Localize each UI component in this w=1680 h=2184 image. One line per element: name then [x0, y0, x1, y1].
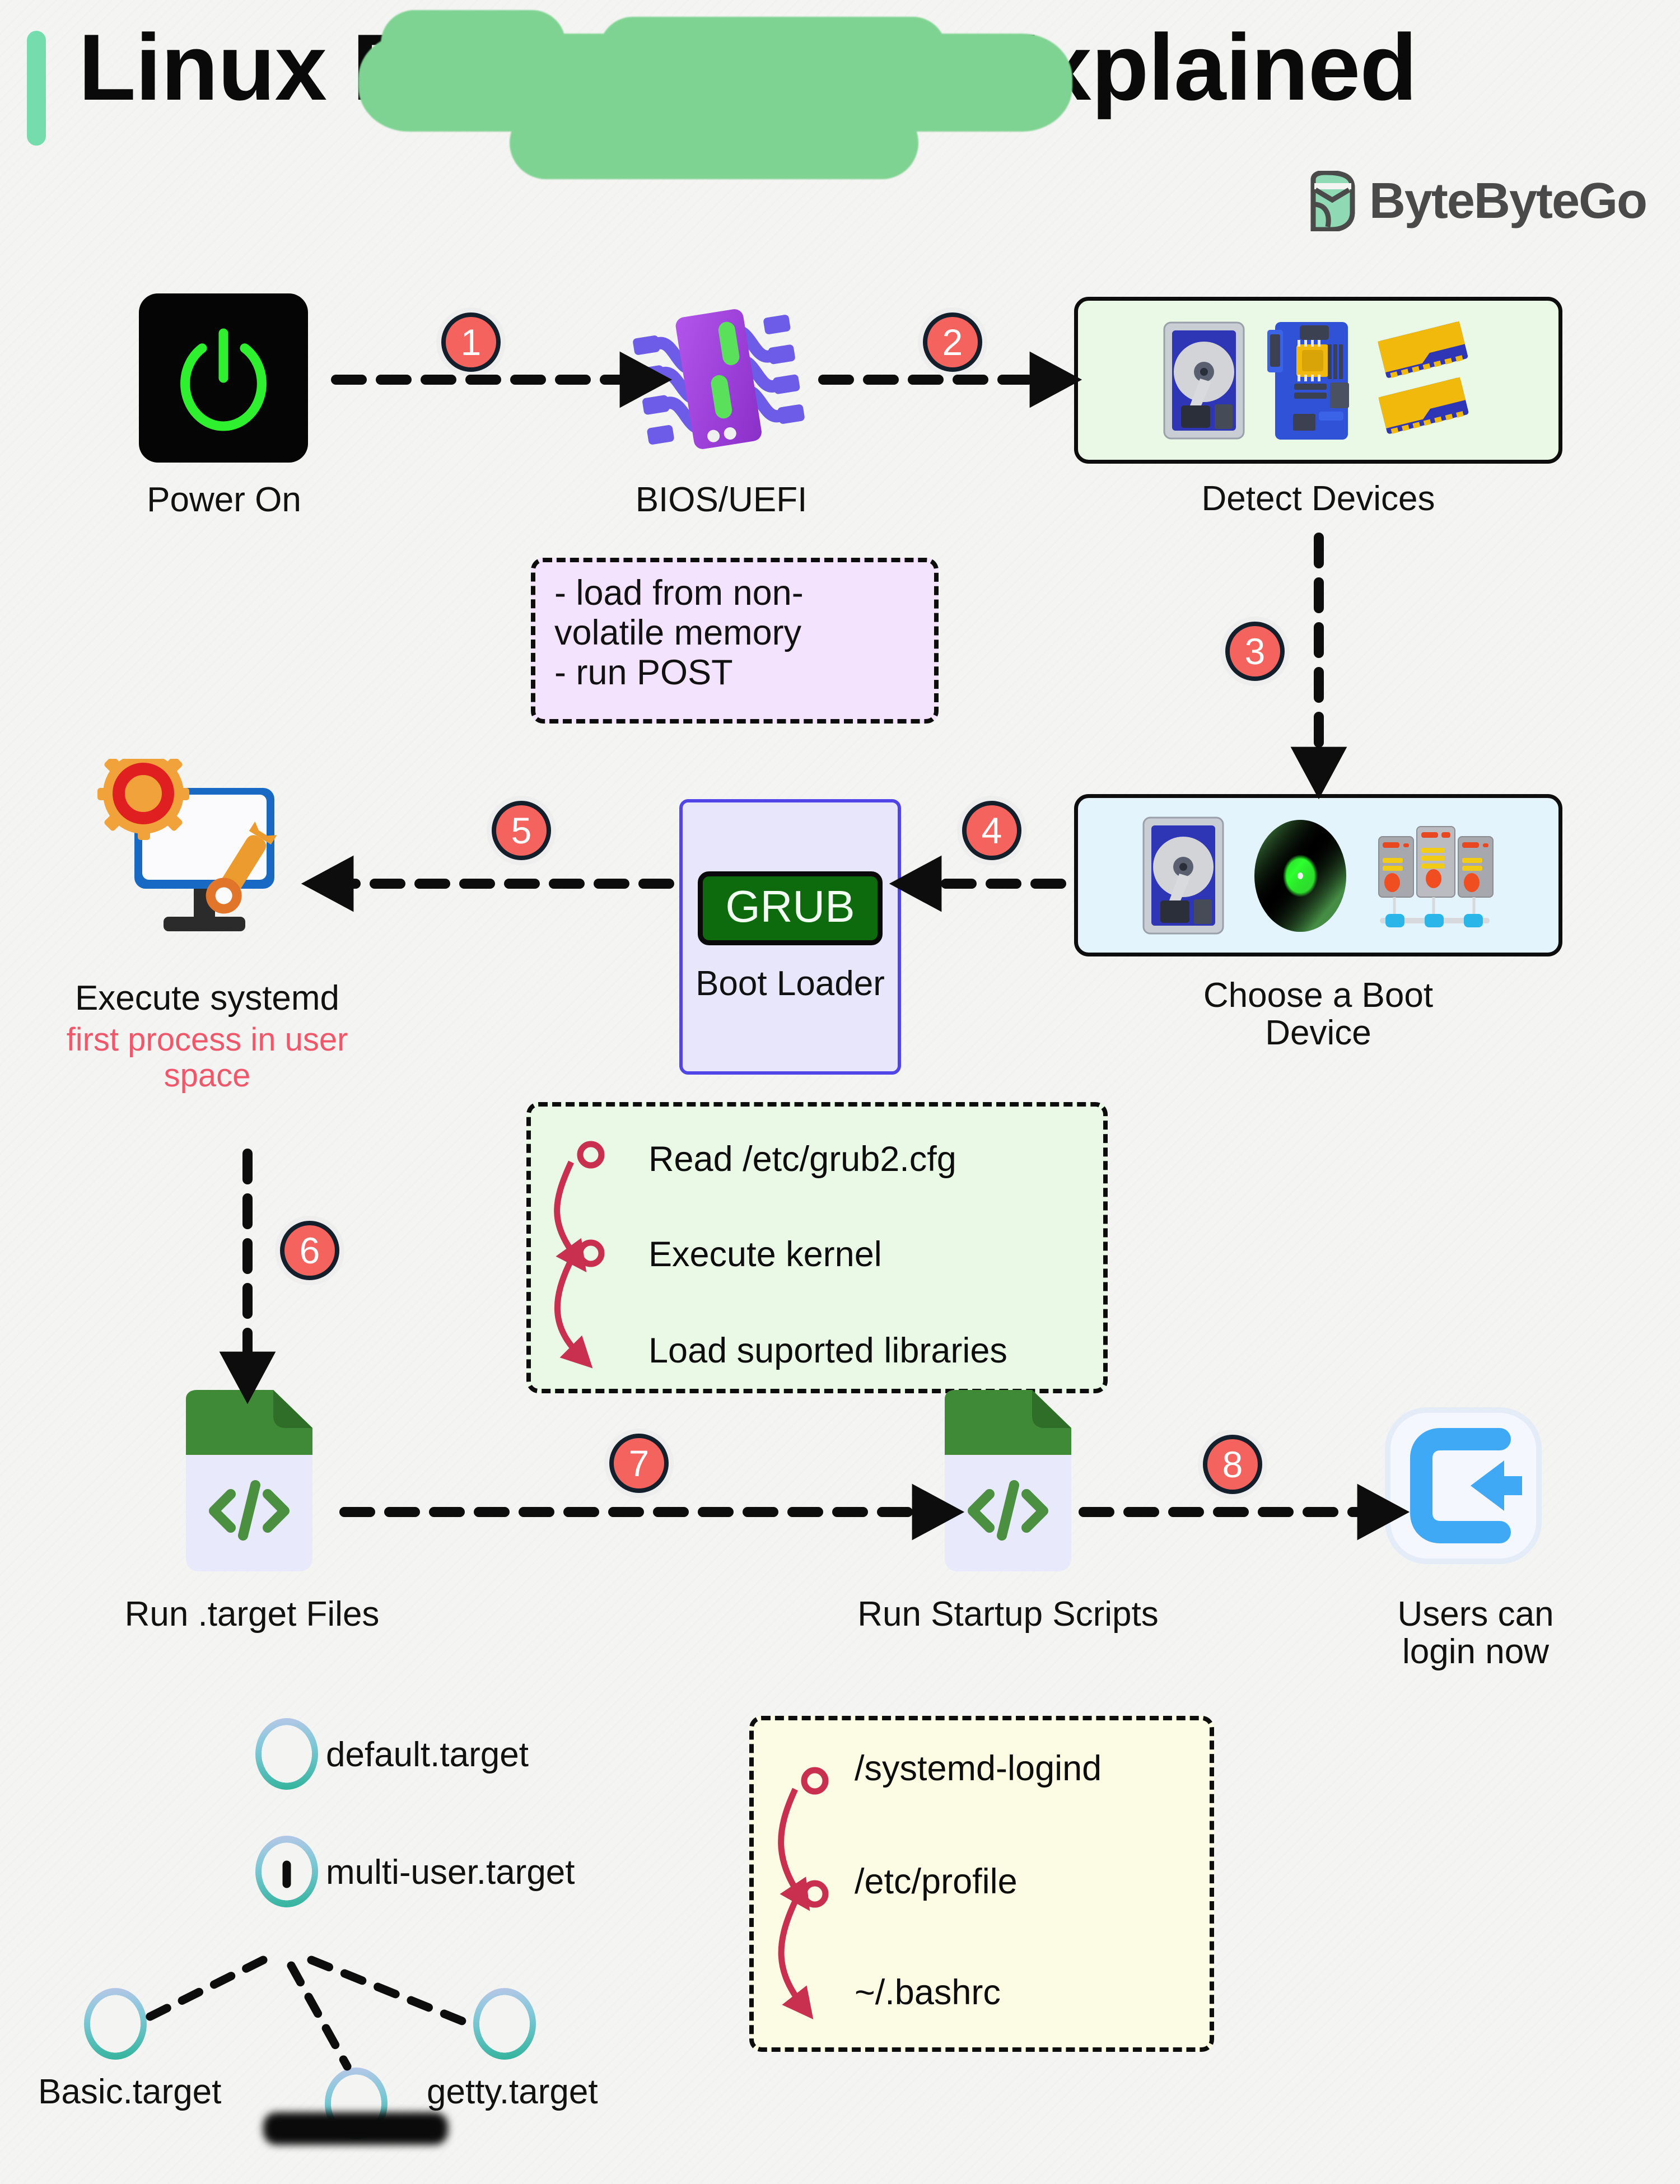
grub-note-item-3: Load suported libraries [648, 1331, 1007, 1370]
label-execute-systemd-subtitle: first process in user space [66, 1021, 348, 1094]
step-badge-3: 3 [1225, 622, 1285, 681]
label-boot-loader: Boot Loader [696, 964, 885, 1004]
hard-disk-icon [1142, 816, 1224, 934]
monitor-gear-wrench-icon [84, 748, 325, 972]
detect-devices-card [1074, 297, 1562, 464]
motherboard-icon [1267, 321, 1349, 440]
optical-disc-icon [1254, 819, 1346, 932]
label-users-can-login: Users can login now [1397, 1595, 1554, 1671]
boot-loader-box: GRUB Boot Loader [679, 799, 901, 1075]
brand-logo: ByteByteGo [1309, 171, 1648, 231]
bios-chip-icon [626, 291, 811, 465]
choose-boot-device-card [1074, 794, 1562, 956]
grub-chip-label: GRUB [698, 871, 883, 946]
label-default-target: default.target [326, 1735, 529, 1774]
bios-note-line-1: - load from non- [554, 573, 804, 613]
label-choose-boot-device: Choose a Boot Device [1203, 976, 1434, 1052]
step-badge-1: 1 [441, 312, 501, 372]
accent-bar [27, 31, 46, 146]
login-note-item-2: /etc/profile [855, 1862, 1018, 1901]
power-on-tile [139, 293, 308, 463]
hard-disk-icon [1163, 321, 1245, 439]
title-highlight-marker [358, 10, 1072, 179]
label-bottom-target-obscured [263, 2112, 448, 2145]
step-badge-5: 5 [492, 801, 551, 860]
login-note-box: /systemd-logind /etc/profile ~/.bashrc [749, 1716, 1214, 2052]
grub-note-item-2: Execute kernel [648, 1235, 882, 1274]
label-execute-systemd: Execute systemd [74, 979, 340, 1018]
grub-note-item-1: Read /etc/grub2.cfg [648, 1140, 956, 1179]
label-run-target-files: Run .target Files [124, 1595, 380, 1634]
brand-name: ByteByteGo [1369, 172, 1648, 229]
bios-note-line-2: volatile memory [554, 613, 802, 653]
label-bios-uefi: BIOS/UEFI [635, 480, 808, 519]
server-rack-icon [1378, 825, 1494, 927]
step-badge-2: 2 [923, 312, 982, 372]
login-arrow-icon [1382, 1404, 1544, 1567]
bios-note-line-3: - run POST [554, 653, 733, 693]
code-file-icon [938, 1389, 1078, 1574]
bytebytego-logo-icon [1310, 171, 1355, 231]
ram-stick-icon [1378, 321, 1469, 434]
target-node-default [255, 1718, 318, 1790]
grub-note-box: Read /etc/grub2.cfg Execute kernel Load … [526, 1102, 1108, 1393]
label-power-on: Power On [147, 480, 301, 519]
step-badge-8: 8 [1203, 1435, 1262, 1494]
label-multi-user-target: multi-user.target [326, 1853, 575, 1892]
label-run-startup-scripts: Run Startup Scripts [857, 1595, 1159, 1634]
target-node-multi-user [255, 1836, 318, 1907]
bios-note-box: - load from non- volatile memory - run P… [531, 558, 939, 724]
step-badge-6: 6 [280, 1221, 339, 1280]
step-badge-7: 7 [609, 1434, 669, 1493]
login-note-item-3: ~/.bashrc [855, 1973, 1001, 2012]
label-getty-target: getty.target [427, 2073, 598, 2111]
code-file-icon [179, 1389, 319, 1574]
target-node-getty [473, 1988, 536, 2060]
step-badge-4: 4 [962, 801, 1021, 860]
login-note-item-1: /systemd-logind [855, 1749, 1102, 1788]
label-detect-devices: Detect Devices [1201, 479, 1435, 518]
target-node-basic [84, 1988, 147, 2060]
power-icon [180, 328, 267, 431]
label-basic-target: Basic.target [38, 2073, 222, 2111]
